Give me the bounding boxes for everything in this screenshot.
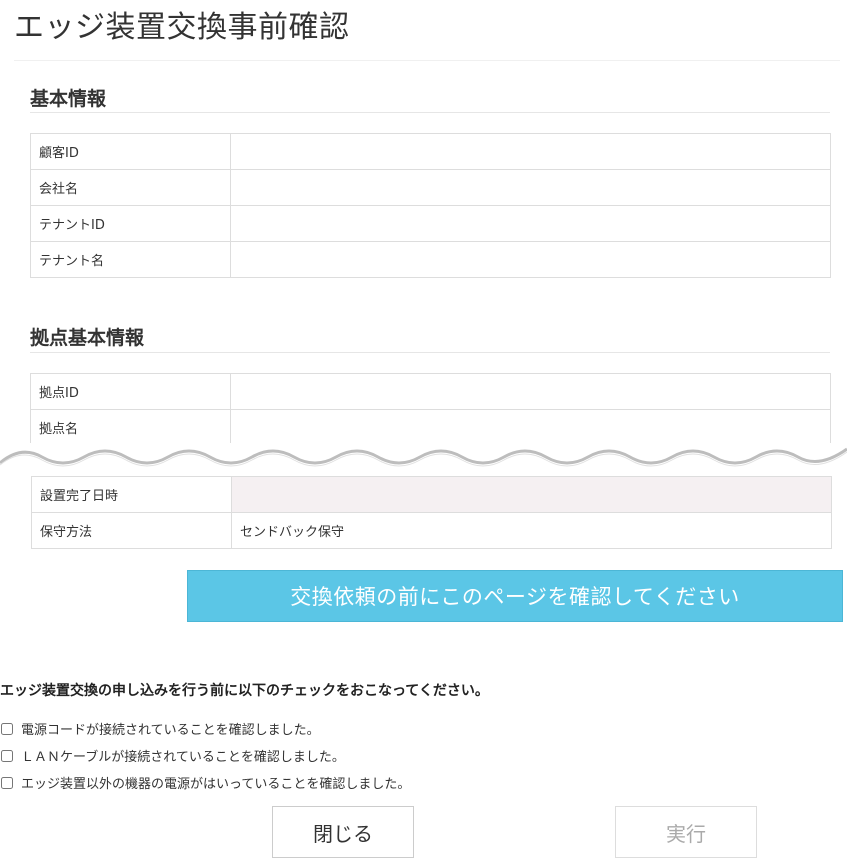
other-devices-power-check-label: エッジ装置以外の機器の電源がはいっていることを確認しました。: [21, 777, 411, 792]
check-lan-cable[interactable]: ＬＡＮケーブルが接続されていることを確認しました。: [0, 746, 345, 765]
company-name-label: 会社名: [30, 169, 231, 206]
customer-id-label: 顧客ID: [30, 133, 231, 170]
check-other-devices-power[interactable]: エッジ装置以外の機器の電源がはいっていることを確認しました。: [0, 773, 410, 792]
table-row: 拠点名: [30, 409, 831, 446]
other-devices-power-checkbox[interactable]: [1, 776, 13, 789]
table-row: 設置完了日時: [31, 476, 832, 513]
maintenance-method-label: 保守方法: [31, 512, 232, 549]
check-power-cord[interactable]: 電源コードが接続されていることを確認しました。: [0, 719, 320, 738]
lan-cable-check-label: ＬＡＮケーブルが接続されていることを確認しました。: [21, 750, 345, 765]
basic-info-table: 顧客ID 会社名 テナントID テナント名: [30, 133, 831, 278]
install-complete-datetime-label: 設置完了日時: [31, 476, 232, 513]
maintenance-method-value: センドバック保守: [231, 512, 832, 549]
customer-id-value: [230, 133, 831, 170]
table-row: 保守方法 センドバック保守: [31, 512, 832, 549]
site-info-divider: [30, 352, 830, 353]
table-row: テナントID: [30, 205, 831, 242]
site-id-value: [230, 373, 831, 410]
tenant-id-value: [230, 205, 831, 242]
table-row: 会社名: [30, 169, 831, 206]
tenant-id-label: テナントID: [30, 205, 231, 242]
power-cord-checkbox[interactable]: [1, 722, 13, 735]
table-row: 顧客ID: [30, 133, 831, 170]
confirm-notice-banner: 交換依頼の前にこのページを確認してください: [187, 570, 843, 622]
close-button[interactable]: 閉じる: [272, 806, 414, 858]
site-name-label: 拠点名: [30, 409, 231, 446]
table-row: テナント名: [30, 241, 831, 278]
basic-info-heading: 基本情報: [30, 88, 107, 110]
site-id-label: 拠点ID: [30, 373, 231, 410]
title-divider: [14, 60, 840, 61]
tenant-name-label: テナント名: [30, 241, 231, 278]
site-info-table-top: 拠点ID 拠点名: [30, 373, 831, 446]
company-name-value: [230, 169, 831, 206]
page-title: エッジ装置交換事前確認: [14, 10, 350, 45]
site-info-table-bottom: 設置完了日時 保守方法 センドバック保守: [31, 476, 832, 549]
checklist-instruction: エッジ装置交換の申し込みを行う前に以下のチェックをおこなってください。: [0, 683, 489, 699]
power-cord-check-label: 電源コードが接続されていることを確認しました。: [21, 723, 320, 738]
table-row: 拠点ID: [30, 373, 831, 410]
site-name-value: [230, 409, 831, 446]
basic-info-divider: [30, 112, 830, 113]
execute-button[interactable]: 実行: [615, 806, 757, 858]
page-break-wave: [0, 443, 847, 471]
site-info-heading: 拠点基本情報: [30, 327, 145, 349]
tenant-name-value: [230, 241, 831, 278]
lan-cable-checkbox[interactable]: [1, 749, 13, 762]
install-complete-datetime-value: [231, 476, 832, 513]
